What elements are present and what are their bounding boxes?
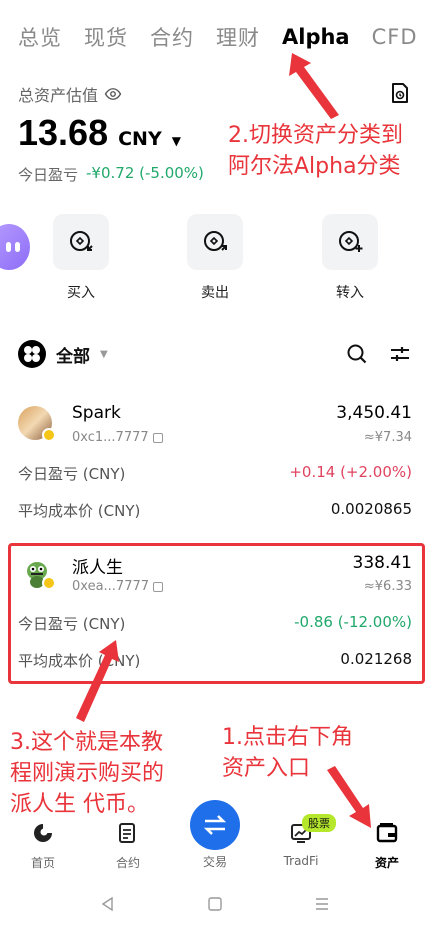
nav-tradfi-label: TradFi [283, 854, 319, 868]
home-square-icon[interactable] [207, 896, 223, 912]
wallet-icon [376, 823, 398, 843]
annotation-arrow-step-2 [289, 53, 339, 119]
nav-assets-label: 资产 [374, 856, 399, 870]
nav-trade-label: 交易 [202, 855, 227, 869]
trade-button[interactable] [190, 800, 240, 850]
recents-menu-icon[interactable] [314, 896, 330, 912]
annotation-arrows [76, 53, 371, 828]
contract-icon [119, 823, 135, 843]
nav-home[interactable]: 首页 [13, 822, 73, 871]
home-icon [34, 824, 52, 842]
nav-contract[interactable]: 合约 [98, 822, 158, 871]
annotation-arrow-step-3 [76, 640, 119, 722]
trade-swap-icon [203, 815, 227, 835]
back-triangle-icon[interactable] [100, 896, 116, 912]
stock-badge: 股票 [302, 814, 336, 832]
bottom-navigation: 首页 合约 交易 TradFi 股票 资产 [0, 800, 430, 880]
nav-assets[interactable]: 资产 [357, 822, 417, 871]
system-navigation-bar [0, 890, 430, 920]
nav-home-label: 首页 [30, 856, 55, 870]
nav-contract-label: 合约 [115, 856, 140, 870]
